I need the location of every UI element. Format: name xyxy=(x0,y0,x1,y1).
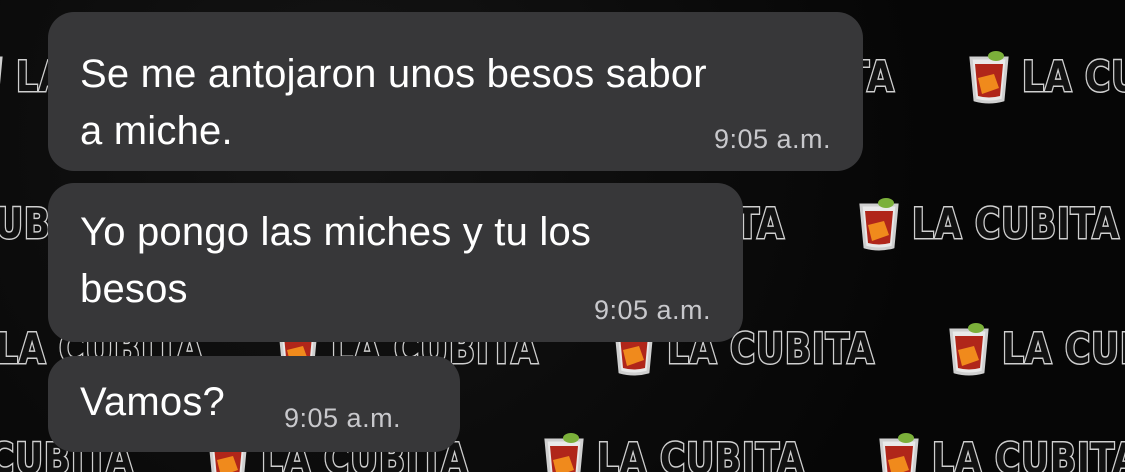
wallpaper-logo-text: LA CUBITA xyxy=(911,197,1120,249)
incoming-message-bubble[interactable]: Vamos? 9:05 a.m. xyxy=(48,356,460,452)
wallpaper-logo: LA CUBITA xyxy=(876,430,1125,472)
message-timestamp: 9:05 a.m. xyxy=(713,124,831,154)
message-timestamp: 9:05 a.m. xyxy=(593,295,711,325)
message-text: Vamos? xyxy=(80,374,225,431)
message-timestamp: 9:05 a.m. xyxy=(284,403,402,433)
incoming-message-bubble[interactable]: Yo pongo las miches y tu los besos 9:05 … xyxy=(48,183,743,342)
wallpaper-logo-text: LA CUBITA xyxy=(1021,50,1125,102)
cocktail-glass-icon xyxy=(856,195,902,251)
wallpaper-logo: LA CUBITA xyxy=(966,48,1125,104)
wallpaper-logo-text: LA CUBITA xyxy=(595,432,805,472)
wallpaper-logo-text: LA CUBITA xyxy=(931,432,1125,472)
message-line: Vamos? xyxy=(80,380,225,424)
cocktail-glass-icon xyxy=(0,48,6,104)
cocktail-glass-icon xyxy=(946,320,992,376)
message-line: Yo pongo las miches y tu los xyxy=(80,210,592,254)
cocktail-glass-icon xyxy=(966,48,1012,104)
wallpaper-logo-text: LA CUBITA xyxy=(1001,322,1125,374)
cocktail-glass-icon xyxy=(876,430,922,472)
cocktail-glass-icon xyxy=(541,430,587,472)
wallpaper-logo: LA CUBITA xyxy=(541,430,850,472)
message-line: Se me antojaron unos besos sabor xyxy=(80,52,707,96)
wallpaper-logo: LA CUBITA xyxy=(946,320,1125,376)
incoming-message-bubble[interactable]: Se me antojaron unos besos sabor a miche… xyxy=(48,12,863,171)
wallpaper-logo: LA CUBITA xyxy=(856,195,1125,251)
